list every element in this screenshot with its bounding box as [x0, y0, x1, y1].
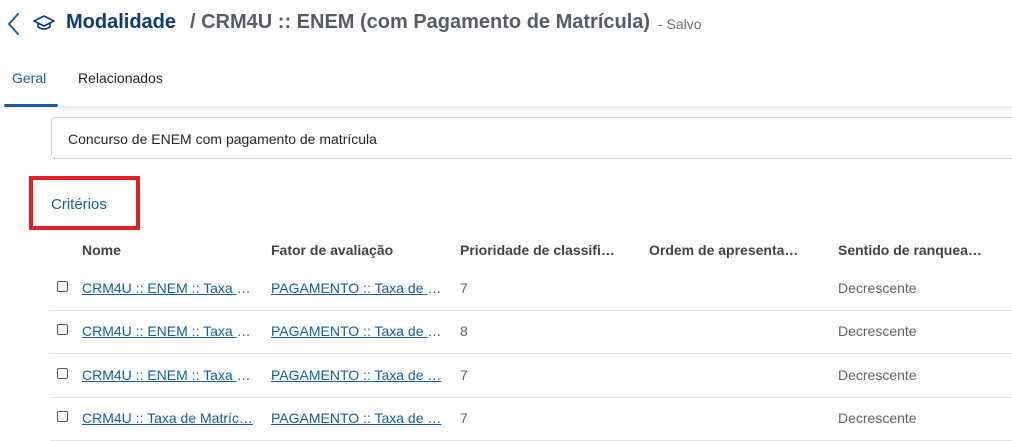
graduation-cap-icon — [33, 12, 55, 34]
cell-sentido: Decrescente — [838, 367, 917, 383]
cell-nome-link[interactable]: CRM4U :: Taxa de Matríc… — [82, 410, 256, 426]
column-header-sentido[interactable]: Sentido de ranquea… — [838, 242, 1008, 258]
cell-prioridade: 7 — [460, 410, 468, 426]
description-field[interactable]: Concurso de ENEM com pagamento de matríc… — [51, 117, 1012, 159]
save-status: - Salvo — [658, 16, 702, 32]
record-name: / CRM4U :: ENEM (com Pagamento de Matríc… — [190, 11, 651, 33]
cell-sentido: Decrescente — [838, 280, 917, 296]
criteria-section-title: Critérios — [51, 196, 107, 213]
cell-sentido: Decrescente — [838, 410, 917, 426]
table-row[interactable]: CRM4U :: Taxa de Matríc… PAGAMENTO :: Ta… — [50, 398, 1012, 441]
header-divider — [60, 106, 1012, 112]
tab-bar: Geral Relacionados — [0, 60, 1012, 108]
row-checkbox[interactable] — [57, 368, 68, 379]
column-header-prioridade[interactable]: Prioridade de classifi… — [460, 242, 640, 258]
cell-fator-link[interactable]: PAGAMENTO :: Taxa de I… — [271, 280, 445, 296]
cell-nome-link[interactable]: CRM4U :: ENEM :: Taxa d… — [82, 280, 256, 296]
description-value: Concurso de ENEM com pagamento de matríc… — [68, 131, 377, 147]
cell-prioridade: 7 — [460, 367, 468, 383]
cell-fator-link[interactable]: PAGAMENTO :: Taxa de … — [271, 410, 445, 426]
column-header-ordem[interactable]: Ordem de apresenta… — [649, 242, 829, 258]
page-header: Modalidade / CRM4U :: ENEM (com Pagament… — [0, 0, 1012, 48]
cell-nome-link[interactable]: CRM4U :: ENEM :: Taxa d… — [82, 367, 256, 383]
chevron-left-icon — [8, 13, 19, 35]
back-button[interactable] — [4, 10, 24, 38]
row-checkbox[interactable] — [57, 281, 68, 292]
column-header-fator[interactable]: Fator de avaliação — [271, 242, 441, 258]
table-row[interactable]: CRM4U :: ENEM :: Taxa d… PAGAMENTO :: Ta… — [50, 268, 1012, 311]
cell-fator-link[interactable]: PAGAMENTO :: Taxa de … — [271, 367, 445, 383]
table-row[interactable]: CRM4U :: ENEM :: Taxa d… PAGAMENTO :: Ta… — [50, 311, 1012, 354]
cell-fator-link[interactable]: PAGAMENTO :: Taxa de I… — [271, 323, 445, 339]
tab-geral[interactable]: Geral — [12, 70, 46, 86]
criteria-section-highlight: Critérios — [29, 176, 140, 230]
cell-prioridade: 8 — [460, 323, 468, 339]
row-checkbox[interactable] — [57, 324, 68, 335]
cell-prioridade: 7 — [460, 280, 468, 296]
cell-nome-link[interactable]: CRM4U :: ENEM :: Taxa d… — [82, 323, 256, 339]
tab-relacionados[interactable]: Relacionados — [78, 70, 163, 86]
page-title: Modalidade — [66, 11, 177, 33]
cell-sentido: Decrescente — [838, 323, 917, 339]
tab-selected-indicator — [4, 104, 58, 107]
column-header-nome[interactable]: Nome — [82, 242, 242, 258]
table-row[interactable]: CRM4U :: ENEM :: Taxa d… PAGAMENTO :: Ta… — [50, 355, 1012, 398]
row-checkbox[interactable] — [57, 411, 68, 422]
